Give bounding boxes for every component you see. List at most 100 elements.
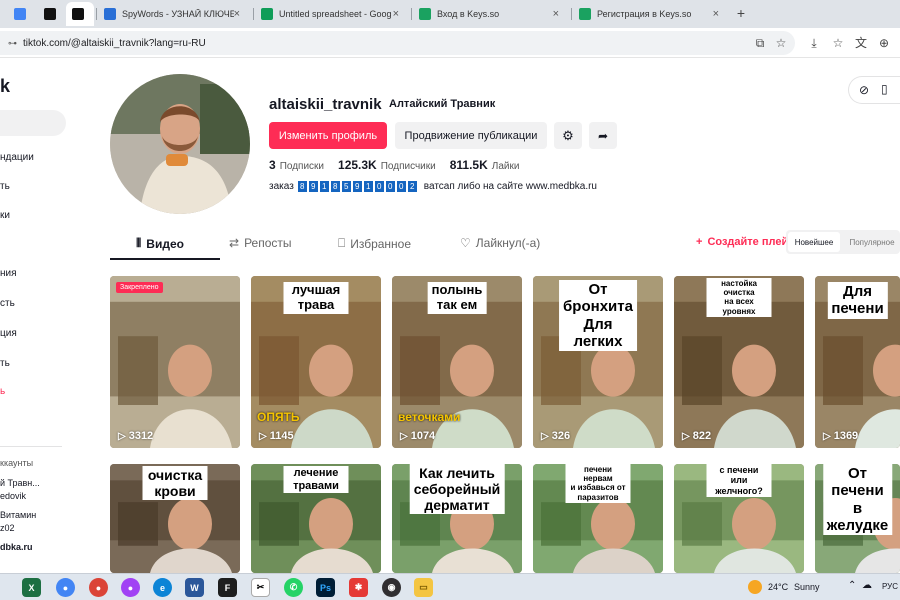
compass-icon[interactable]: ⊘ [859, 83, 869, 97]
cloud-icon[interactable]: ☁ [862, 580, 872, 591]
browser-tab-title: Регистрация в Keys.so [597, 9, 692, 19]
video-card[interactable]: настойка очистка на всех уровнях ▷ 822 [674, 276, 804, 448]
close-tab-icon[interactable]: × [553, 8, 559, 20]
digit-box: 8 [330, 181, 340, 192]
bio-phone-digits: 89185910002 [297, 181, 417, 192]
app-red-icon[interactable]: ✱ [349, 578, 368, 597]
video-card[interactable]: От печени в желудке [815, 464, 900, 573]
share-button[interactable]: ➦ [589, 122, 617, 149]
download-icon[interactable]: ⤓ [806, 35, 822, 51]
heart-icon: ♡ [460, 236, 471, 250]
tab-favorites[interactable]: ⎕ Избранное [338, 236, 411, 251]
stat-label: Подписки [279, 161, 325, 172]
tab-reposts[interactable]: ⇄ Репосты [229, 236, 292, 250]
profile-stat[interactable]: 3 Подписки [269, 158, 324, 172]
video-card[interactable]: печени нервам и избавься от паразитов [533, 464, 663, 573]
sidebar-nav-item[interactable]: ки [0, 210, 10, 221]
promote-post-button[interactable]: Продвижение публикации [395, 122, 547, 149]
sidebar-account-item[interactable]: edovik [0, 491, 26, 501]
browser-tab-title: SpyWords - УЗНАЙ КЛЮЧЕВЫЕ [122, 9, 234, 19]
tab-videos[interactable]: ⦀ Видео [136, 236, 184, 251]
sidebar-nav-item[interactable]: сть [0, 298, 15, 309]
settings-button[interactable]: ⚙ [554, 122, 582, 149]
sidebar-nav-item[interactable]: ния [0, 268, 17, 279]
view-count: ▷ 1145 [259, 430, 294, 442]
profile-stat[interactable]: 811.5K Лайки [450, 158, 520, 172]
profile-avatar[interactable] [110, 74, 250, 214]
extensions-icon[interactable]: ⊕ [876, 35, 892, 51]
sidebar-account-item[interactable]: Витамин [0, 510, 36, 520]
video-card[interactable]: Для печени ▷ 1369 [815, 276, 900, 448]
sort-latest-button[interactable]: Новейшее [788, 232, 840, 252]
tab-liked[interactable]: ♡ Лайкнул(-а) [460, 236, 540, 250]
tab-separator [96, 8, 97, 20]
profile-stat[interactable]: 125.3K Подписчики [338, 158, 436, 172]
weather-sun-icon[interactable] [748, 580, 762, 594]
file-explorer-icon[interactable]: ▭ [414, 578, 433, 597]
browser-tab[interactable] [66, 2, 94, 26]
browser-tab[interactable]: SpyWords - УЗНАЙ КЛЮЧЕВЫЕ× [98, 2, 246, 26]
browser-tab[interactable]: Вход в Keys.so × [413, 2, 565, 26]
sidebar-nav-item[interactable]: ция [0, 328, 17, 339]
video-card[interactable]: полынь так ем веточками ▷ 1074 [392, 276, 522, 448]
browser-tab[interactable] [8, 2, 32, 26]
whatsapp-icon[interactable]: ✆ [284, 578, 303, 597]
video-card[interactable]: От бронхита Для легких ▷ 326 [533, 276, 663, 448]
tray-expand-icon[interactable]: ⌃ [848, 580, 856, 591]
sidebar-nav-item[interactable]: ндации [0, 152, 34, 163]
photoshop-icon[interactable]: Ps [316, 578, 335, 597]
close-tab-icon[interactable]: × [713, 8, 719, 20]
url-input[interactable]: ⊶ tiktok.com/@altaiskii_travnik?lang=ru-… [0, 31, 795, 55]
sidebar-search-box[interactable] [0, 110, 66, 136]
video-card[interactable]: лечение травами [251, 464, 381, 573]
video-card[interactable]: с печени или желчного? [674, 464, 804, 573]
sort-popular-button[interactable]: Популярное [844, 232, 900, 252]
browser-tab[interactable]: Untitled spreadsheet - Google S× [255, 2, 405, 26]
browser-tab[interactable]: Регистрация в Keys.so × [573, 2, 725, 26]
browser-tab-title: Вход в Keys.so [437, 9, 500, 19]
video-caption: полынь так ем [427, 282, 487, 314]
sidebar-account-item[interactable]: dbka.ru [0, 542, 33, 552]
chrome-alt-icon[interactable]: ● [121, 578, 140, 597]
obs-icon[interactable]: ◉ [382, 578, 401, 597]
sidebar-nav-item[interactable]: ь [0, 386, 5, 397]
video-card[interactable]: Закреплено ▷ 3312 [110, 276, 240, 448]
tiktok-icon [72, 8, 84, 20]
capcut-icon[interactable]: ✂ [251, 578, 270, 597]
language-indicator[interactable]: РУС [882, 582, 898, 591]
site-info-icon[interactable]: ⊶ [8, 38, 17, 49]
active-tab-underline [110, 258, 220, 260]
edit-profile-button[interactable]: Изменить профиль [269, 122, 387, 149]
video-caption: От печени в желудке [822, 464, 893, 535]
sidebar-nav-item[interactable]: ть [0, 358, 10, 369]
video-card[interactable]: лучшая трава ОПЯТЬ ▷ 1145 [251, 276, 381, 448]
figma-icon[interactable]: F [218, 578, 237, 597]
translate-icon[interactable]: 文 [853, 35, 869, 51]
video-card[interactable]: очистка крови [110, 464, 240, 573]
install-app-icon[interactable]: ⧉ [752, 35, 768, 51]
word-icon[interactable]: W [185, 578, 204, 597]
mobile-device-icon[interactable]: ▯ [881, 82, 888, 96]
sidebar-nav-item[interactable]: ть [0, 181, 10, 192]
tiktok-logo[interactable]: k [0, 76, 10, 97]
new-tab-button[interactable]: + [733, 5, 749, 21]
digit-box: 0 [385, 181, 395, 192]
edge-icon[interactable]: e [153, 578, 172, 597]
sidebar-account-item[interactable]: й Травн... [0, 478, 40, 488]
browser-tab[interactable] [38, 2, 62, 26]
digit-box: 1 [319, 181, 329, 192]
digit-box: 5 [341, 181, 351, 192]
bookmark-icon: ⎕ [338, 236, 346, 250]
bio-suffix: ватсап либо на сайте www.medbka.ru [423, 181, 597, 192]
tab-favorites-label: Избранное [350, 236, 412, 251]
chrome-icon[interactable]: ● [56, 578, 75, 597]
bookmark-star-icon[interactable]: ☆ [773, 35, 789, 51]
chrome-profile-icon[interactable]: ● [89, 578, 108, 597]
favorites-icon[interactable]: ☆ [830, 35, 846, 51]
video-card[interactable]: Как лечить себорейный дерматит [392, 464, 522, 573]
excel-icon[interactable]: X [22, 578, 41, 597]
sidebar-account-item[interactable]: z02 [0, 523, 15, 533]
close-tab-icon[interactable]: × [393, 8, 399, 20]
windows-taskbar: X ● ● ● e W F ✂ ✆ Ps ✱ ◉ ▭ 24°C Sunny ⌃ … [0, 573, 900, 600]
close-tab-icon[interactable]: × [234, 8, 240, 20]
